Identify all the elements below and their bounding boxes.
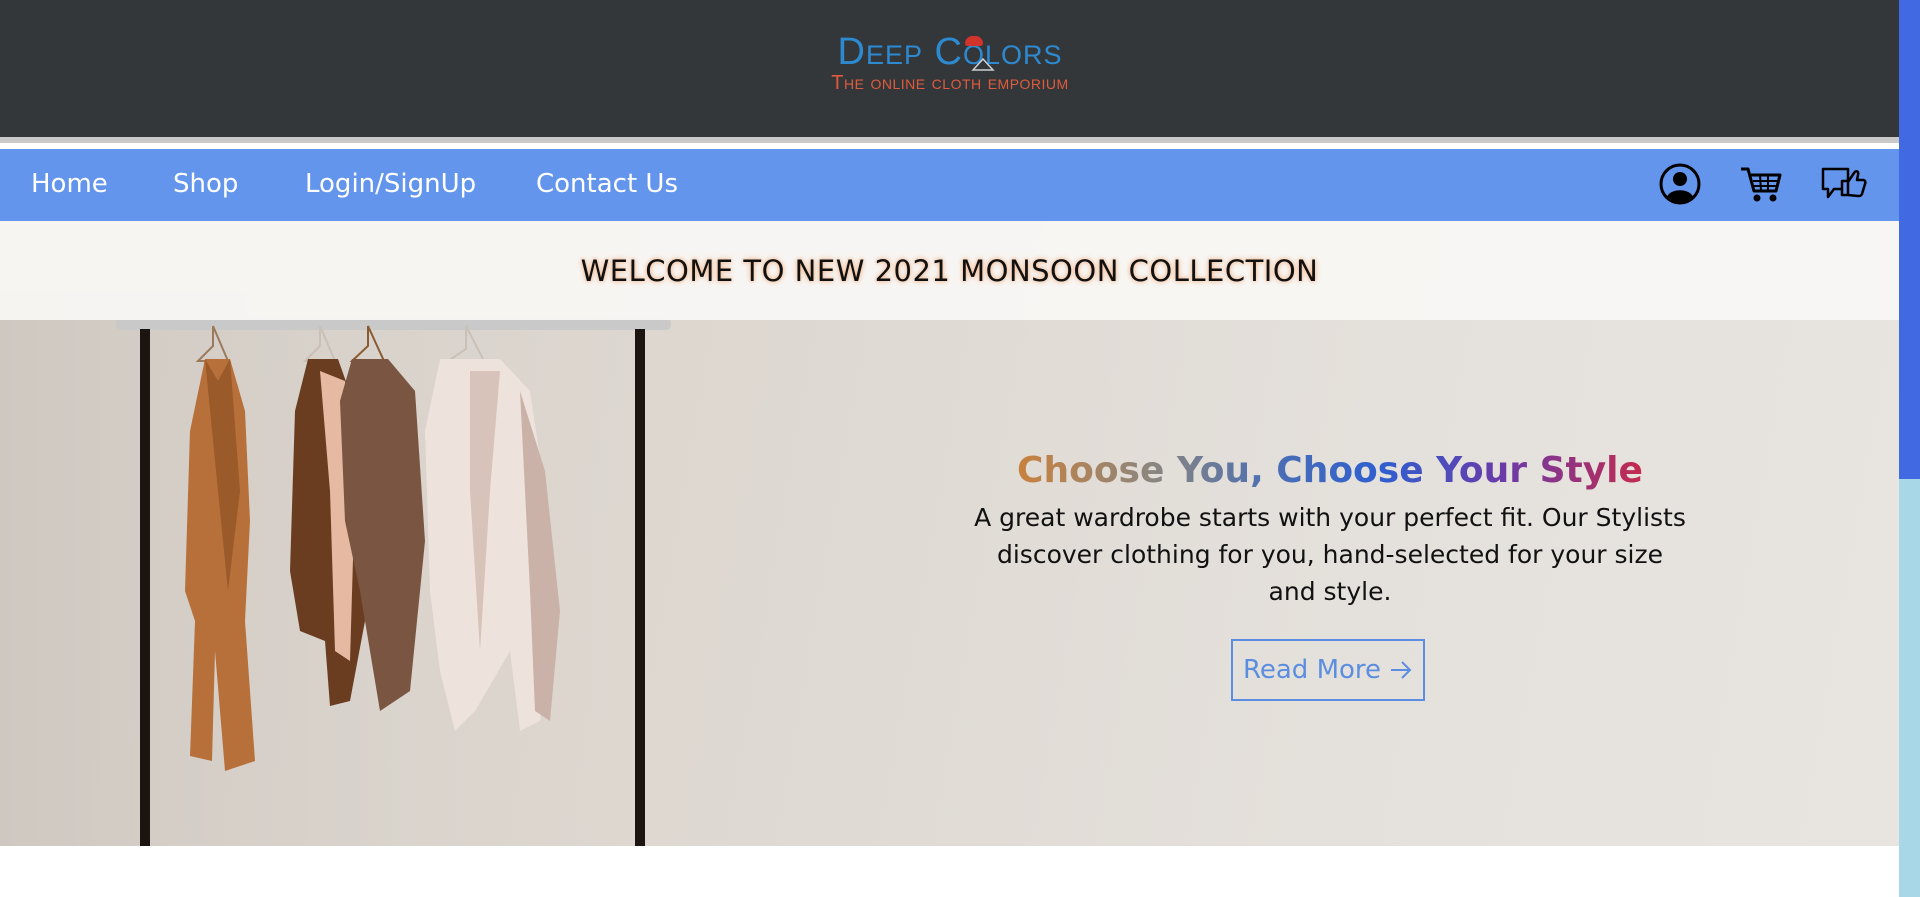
hero-description: A great wardrobe starts with your perfec… [974, 503, 1686, 606]
nav-link-login-signup[interactable]: Login/SignUp [305, 149, 476, 221]
nav-link-contact-us[interactable]: Contact Us [536, 149, 678, 221]
collection-banner: WELCOME TO NEW 2021 MONSOON COLLECTION [0, 221, 1899, 320]
logo-hat-icon [965, 36, 983, 46]
user-account-icon[interactable] [1655, 159, 1705, 209]
site-header: Deep Colors The online cloth emporium [0, 0, 1899, 143]
hero-title-text: Choose You, Choose Your Style [1017, 450, 1643, 491]
logo-title: Deep Colors [837, 31, 1063, 73]
hero-title: Choose You, Choose Your Style [940, 446, 1720, 496]
scrollbar-thumb[interactable] [1899, 0, 1920, 479]
arrow-right-icon [1391, 661, 1412, 679]
logo-hanger-icon [971, 58, 995, 71]
banner-text: WELCOME TO NEW 2021 MONSOON COLLECTION [580, 254, 1319, 288]
main-navbar: Home Shop Login/SignUp Contact Us [0, 149, 1899, 221]
site-logo[interactable]: Deep Colors The online cloth emporium [795, 32, 1105, 104]
hero-section: WELCOME TO NEW 2021 MONSOON COLLECTION C… [0, 221, 1899, 846]
feedback-thumbs-up-icon[interactable] [1818, 159, 1868, 209]
read-more-button[interactable]: Read More [1231, 639, 1425, 701]
logo-subtitle: The online cloth emporium [831, 72, 1069, 94]
shopping-cart-icon[interactable] [1737, 159, 1787, 209]
nav-link-home[interactable]: Home [31, 149, 108, 221]
nav-link-shop[interactable]: Shop [173, 149, 238, 221]
read-more-label: Read More [1242, 655, 1382, 685]
clothing-rack-image [0, 291, 700, 846]
